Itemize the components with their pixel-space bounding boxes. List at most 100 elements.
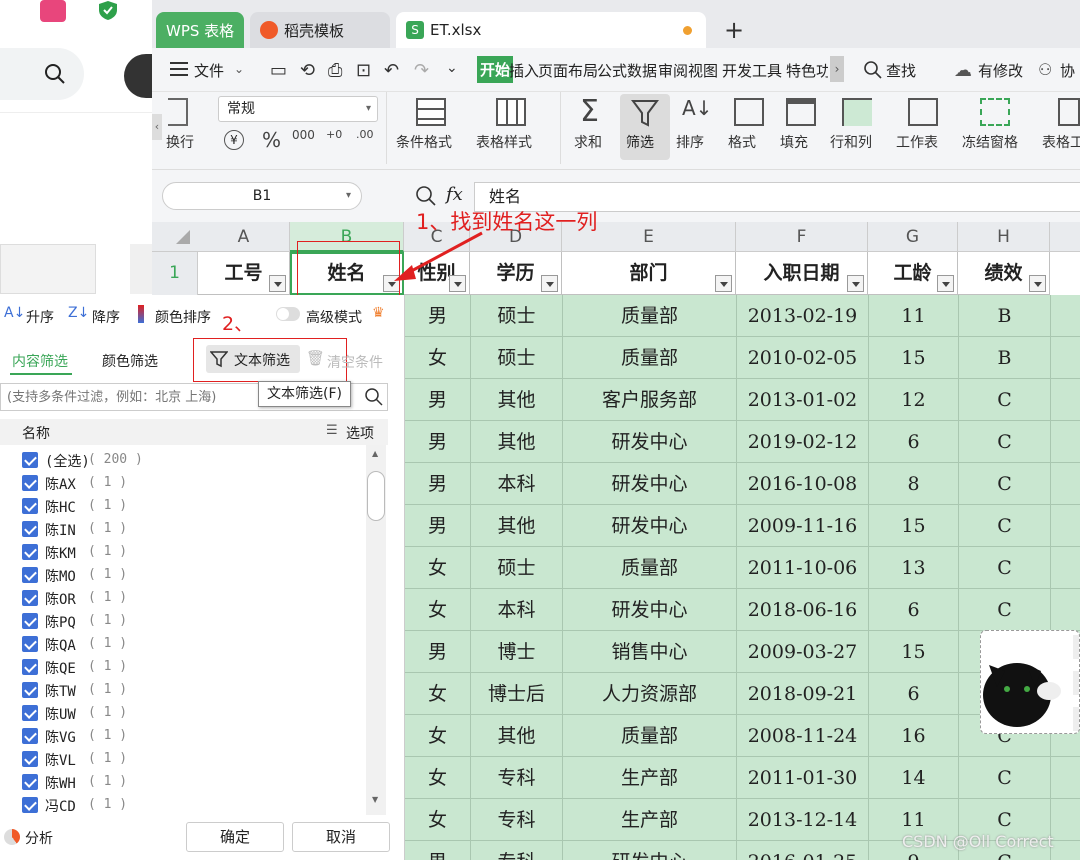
table-cell[interactable]: 博士后 (471, 673, 563, 715)
checkbox[interactable] (22, 728, 38, 744)
table-cell[interactable]: 男 (405, 631, 471, 673)
table-cell[interactable]: 男 (405, 379, 471, 421)
table-cell[interactable]: 专科 (471, 799, 563, 841)
table-cell[interactable] (1051, 463, 1080, 505)
list-item-name[interactable]: 陈AX (45, 474, 76, 494)
checkbox[interactable] (22, 613, 38, 629)
list-item-name[interactable]: 陈TW (45, 681, 76, 701)
table-cell[interactable]: 人力资源部 (563, 673, 737, 715)
checkbox[interactable] (22, 797, 38, 813)
table-cell[interactable] (1051, 337, 1080, 379)
cancel-button[interactable]: 取消 (292, 822, 390, 852)
decrease-decimal-icon[interactable]: .00 (356, 128, 374, 141)
table-cell[interactable] (1051, 295, 1080, 337)
chevron-down-icon[interactable]: ⌄ (234, 62, 244, 76)
table-cell[interactable]: 其他 (471, 421, 563, 463)
menu-formula[interactable]: 公式 (597, 60, 627, 81)
search-icon[interactable] (44, 63, 66, 85)
table-cell[interactable]: 研发中心 (563, 421, 737, 463)
avatar[interactable] (124, 54, 152, 98)
checkbox[interactable] (22, 682, 38, 698)
number-format-select[interactable]: 常规 ▾ (218, 96, 378, 122)
list-item-name[interactable]: 陈UW (45, 704, 76, 724)
search-icon[interactable] (365, 388, 383, 406)
table-cell[interactable]: C (959, 547, 1051, 589)
wrap-text-button[interactable]: 换行 (166, 132, 194, 152)
list-item-name[interactable]: 陈OR (45, 589, 76, 609)
chevron-right-icon[interactable]: › (830, 56, 844, 82)
table-cell[interactable]: 男 (405, 421, 471, 463)
table-cell[interactable]: 其他 (471, 715, 563, 757)
table-cell[interactable]: C (959, 379, 1051, 421)
table-cell[interactable] (1051, 547, 1080, 589)
redo-icon[interactable]: ↷ (414, 60, 429, 81)
filter-dropdown-icon[interactable] (269, 275, 286, 292)
table-cell[interactable]: 2016-10-08 (737, 463, 869, 505)
table-cell[interactable]: 2016-01-25 (737, 841, 869, 860)
thousands-icon[interactable]: 000 (292, 128, 315, 142)
browser-search-box[interactable] (0, 48, 84, 100)
table-cell[interactable]: 2009-03-27 (737, 631, 869, 673)
search-icon[interactable] (864, 61, 882, 79)
table-cell[interactable]: 12 (869, 379, 959, 421)
table-cell[interactable] (1051, 841, 1080, 860)
row-number[interactable]: 1 (152, 252, 198, 295)
table-cell[interactable] (1051, 757, 1080, 799)
checkbox[interactable] (22, 544, 38, 560)
col-header-f[interactable]: F (736, 222, 868, 252)
filter-button[interactable]: 筛选 (620, 94, 670, 160)
sort-button[interactable]: 排序 (676, 132, 704, 152)
scroll-up-icon[interactable]: ▲ (372, 449, 378, 458)
table-cell[interactable]: B (959, 337, 1051, 379)
table-cell[interactable]: 质量部 (563, 547, 737, 589)
percent-icon[interactable]: % (262, 128, 281, 152)
format-button[interactable]: 格式 (728, 132, 756, 152)
table-cell[interactable]: 女 (405, 673, 471, 715)
sort-desc-button[interactable]: 降序 (92, 307, 120, 327)
table-cell[interactable]: 研发中心 (563, 841, 737, 860)
list-item-name[interactable]: 陈VG (45, 727, 76, 747)
freeze-panes-button[interactable]: 冻结窗格 (962, 132, 1018, 152)
table-cell[interactable]: 质量部 (563, 715, 737, 757)
list-item-name[interactable]: 陈VL (45, 750, 76, 770)
list-item-name[interactable]: (全选) (45, 451, 90, 471)
table-cell[interactable]: C (959, 757, 1051, 799)
table-cell[interactable]: 13 (869, 547, 959, 589)
table-cell[interactable]: 其他 (471, 505, 563, 547)
table-cell[interactable]: 6 (869, 421, 959, 463)
table-cell[interactable]: 生产部 (563, 799, 737, 841)
table-cell[interactable]: 博士 (471, 631, 563, 673)
table-cell[interactable]: 研发中心 (563, 463, 737, 505)
table-cell[interactable]: 女 (405, 547, 471, 589)
table-cell[interactable]: 质量部 (563, 295, 737, 337)
header-cell-hire-date[interactable]: 入职日期 (736, 252, 868, 295)
tab-color-filter[interactable]: 颜色筛选 (102, 351, 158, 371)
cell-name-box[interactable]: B1 ▾ (162, 182, 362, 210)
table-cell[interactable]: 本科 (471, 589, 563, 631)
table-cell[interactable]: 硕士 (471, 337, 563, 379)
table-cell[interactable]: 2011-01-30 (737, 757, 869, 799)
worksheet-button[interactable]: 工作表 (896, 132, 938, 152)
tab-template[interactable]: 稻壳模板 (250, 12, 390, 48)
save-icon[interactable]: ▭ (270, 60, 287, 81)
list-item-name[interactable]: 陈QE (45, 658, 76, 678)
analysis-button[interactable]: 分析 (25, 828, 53, 848)
table-cell[interactable]: 硕士 (471, 547, 563, 589)
checkbox[interactable] (22, 590, 38, 606)
table-cell[interactable]: 专科 (471, 841, 563, 860)
table-cell[interactable]: 2018-09-21 (737, 673, 869, 715)
col-header-g[interactable]: G (868, 222, 958, 252)
conditional-format-button[interactable]: 条件格式 (396, 132, 452, 152)
col-header-h[interactable]: H (958, 222, 1050, 252)
list-item-name[interactable]: 陈WH (45, 773, 76, 793)
menu-features[interactable]: 特色功 (786, 60, 828, 81)
menu-collab[interactable]: 协 (1060, 60, 1075, 81)
fill-button[interactable]: 填充 (780, 132, 808, 152)
table-cell[interactable]: 15 (869, 337, 959, 379)
tab-wps-sheet[interactable]: WPS 表格 (156, 12, 244, 48)
menu-review[interactable]: 审阅 (658, 60, 688, 81)
checkbox[interactable] (22, 774, 38, 790)
menu-search[interactable]: 查找 (886, 60, 916, 81)
color-sort-button[interactable]: 颜色排序 (155, 307, 211, 327)
list-item-name[interactable]: 陈IN (45, 520, 76, 540)
